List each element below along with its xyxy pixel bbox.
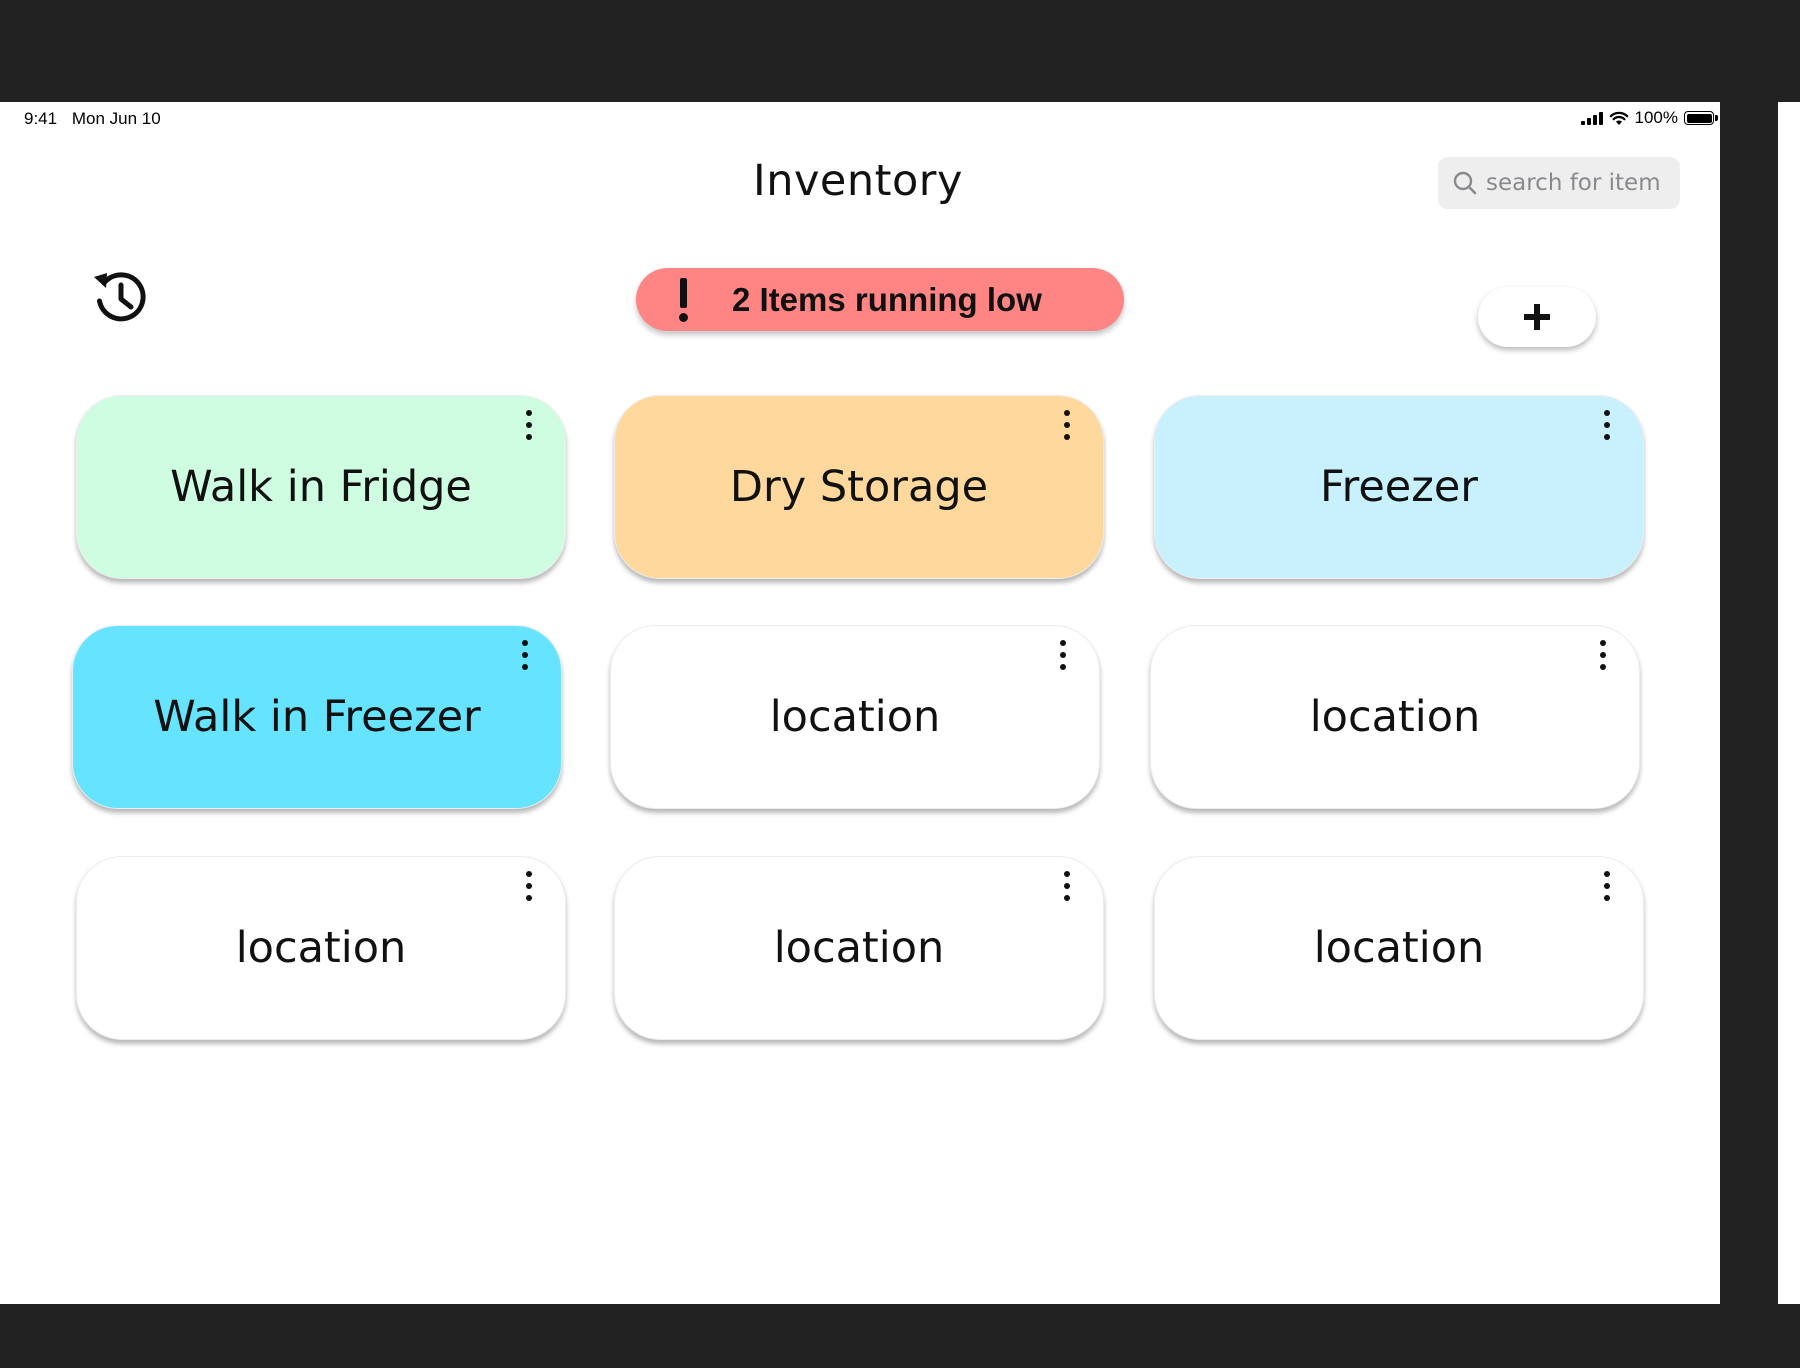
location-label: Walk in Fridge: [170, 462, 472, 512]
location-card[interactable]: Freezer: [1154, 395, 1644, 579]
wifi-icon: [1609, 111, 1628, 125]
battery-icon: [1684, 111, 1718, 125]
add-location-button[interactable]: [1478, 287, 1596, 347]
alert-text: 2 Items running low: [732, 280, 1042, 318]
status-indicators: 100%: [1580, 108, 1718, 128]
location-card[interactable]: location: [1150, 625, 1640, 809]
location-card[interactable]: location: [610, 625, 1100, 809]
history-icon: [94, 272, 146, 322]
plus-icon: [1524, 304, 1550, 330]
location-label: Freezer: [1320, 462, 1478, 512]
status-time: 9:41 Mon Jun 10: [24, 109, 171, 129]
search-input[interactable]: [1486, 170, 1676, 196]
more-vertical-icon[interactable]: [517, 640, 533, 670]
cellular-signal-icon: [1580, 111, 1603, 125]
location-label: Walk in Freezer: [153, 692, 481, 742]
more-vertical-icon[interactable]: [1599, 871, 1615, 901]
more-vertical-icon[interactable]: [1059, 410, 1075, 440]
location-label: location: [235, 923, 407, 973]
more-vertical-icon[interactable]: [521, 410, 537, 440]
exclamation-icon: [678, 277, 688, 322]
low-stock-alert[interactable]: 2 Items running low: [636, 268, 1124, 331]
more-vertical-icon[interactable]: [1055, 640, 1071, 670]
location-label: location: [769, 692, 941, 742]
status-clock: 9:41: [24, 109, 58, 128]
location-card[interactable]: location: [1154, 856, 1644, 1040]
location-card[interactable]: Dry Storage: [614, 395, 1104, 579]
location-label: Dry Storage: [729, 462, 989, 512]
more-vertical-icon[interactable]: [1599, 410, 1615, 440]
location-label: location: [1309, 692, 1481, 742]
app-screen: 9:41 Mon Jun 10 100% Inventory 2 Items: [0, 102, 1720, 1304]
more-vertical-icon[interactable]: [521, 871, 537, 901]
location-label: location: [773, 923, 945, 973]
history-button[interactable]: [90, 267, 152, 329]
search-bar[interactable]: [1438, 157, 1680, 209]
status-date: Mon Jun 10: [71, 109, 161, 128]
location-card[interactable]: location: [76, 856, 566, 1040]
search-icon: [1453, 171, 1477, 195]
more-vertical-icon[interactable]: [1595, 640, 1611, 670]
location-card[interactable]: location: [614, 856, 1104, 1040]
location-card[interactable]: Walk in Fridge: [76, 395, 566, 579]
window-edge: [1778, 102, 1800, 1304]
battery-percent: 100%: [1634, 108, 1678, 127]
more-vertical-icon[interactable]: [1059, 871, 1075, 901]
location-card[interactable]: Walk in Freezer: [72, 625, 562, 809]
location-label: location: [1313, 923, 1485, 973]
